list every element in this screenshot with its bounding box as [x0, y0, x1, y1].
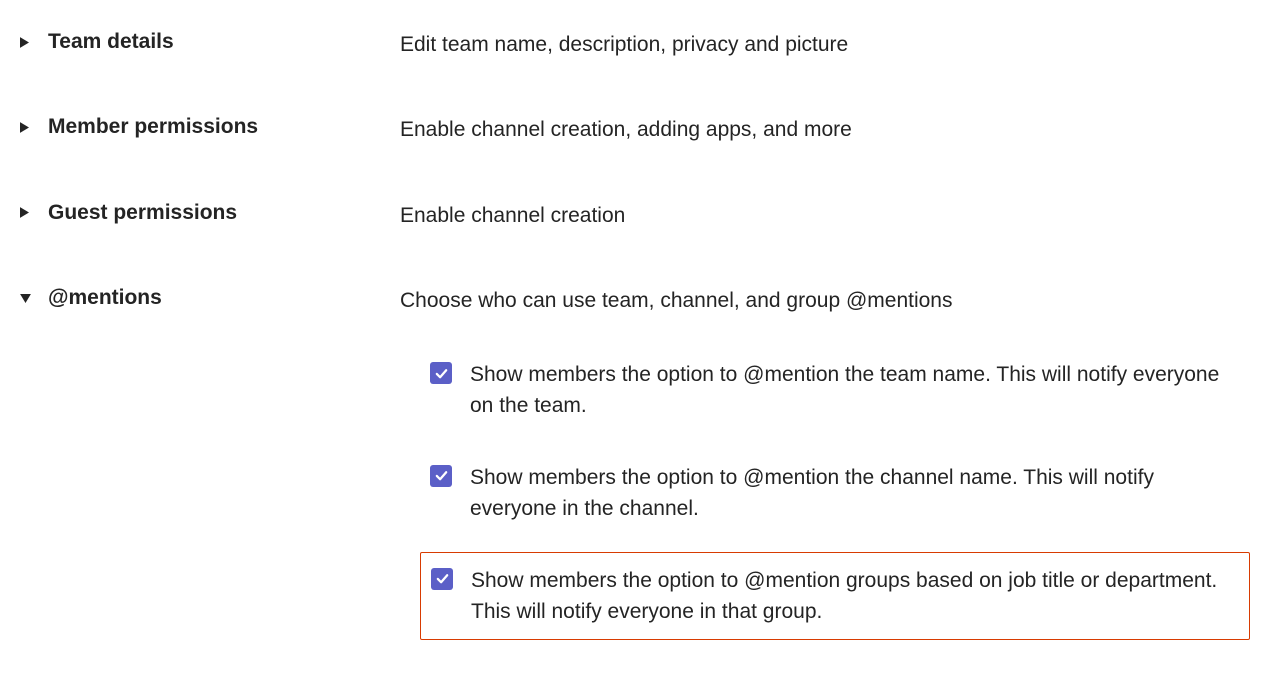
section-title: Member permissions: [48, 115, 258, 139]
mentions-options: Show members the option to @mention the …: [420, 347, 1250, 639]
option-label: Show members the option to @mention the …: [470, 462, 1240, 524]
mention-channel-checkbox[interactable]: [430, 465, 452, 487]
guest-permissions-row: Guest permissions Enable channel creatio…: [20, 201, 1251, 230]
section-description: Choose who can use team, channel, and gr…: [400, 286, 953, 315]
section-description: Enable channel creation: [400, 201, 625, 230]
chevron-right-icon: [20, 207, 38, 218]
option-label: Show members the option to @mention the …: [470, 359, 1240, 421]
mention-groups-option: Show members the option to @mention grou…: [420, 552, 1250, 640]
guest-permissions-header[interactable]: Guest permissions: [20, 201, 400, 225]
team-details-header[interactable]: Team details: [20, 30, 400, 54]
section-description: Edit team name, description, privacy and…: [400, 30, 848, 59]
mention-team-checkbox[interactable]: [430, 362, 452, 384]
section-title: Team details: [48, 30, 174, 54]
mentions-header[interactable]: @mentions: [20, 286, 400, 310]
section-description: Enable channel creation, adding apps, an…: [400, 115, 852, 144]
member-permissions-header[interactable]: Member permissions: [20, 115, 400, 139]
team-details-row: Team details Edit team name, description…: [20, 30, 1251, 59]
mentions-row: @mentions Choose who can use team, chann…: [20, 286, 1251, 315]
member-permissions-row: Member permissions Enable channel creati…: [20, 115, 1251, 144]
section-title: Guest permissions: [48, 201, 237, 225]
option-label: Show members the option to @mention grou…: [471, 565, 1239, 627]
chevron-down-icon: [20, 294, 38, 303]
chevron-right-icon: [20, 37, 38, 48]
chevron-right-icon: [20, 122, 38, 133]
mention-team-option: Show members the option to @mention the …: [420, 347, 1250, 433]
mention-channel-option: Show members the option to @mention the …: [420, 450, 1250, 536]
section-title: @mentions: [48, 286, 162, 310]
mention-groups-checkbox[interactable]: [431, 568, 453, 590]
